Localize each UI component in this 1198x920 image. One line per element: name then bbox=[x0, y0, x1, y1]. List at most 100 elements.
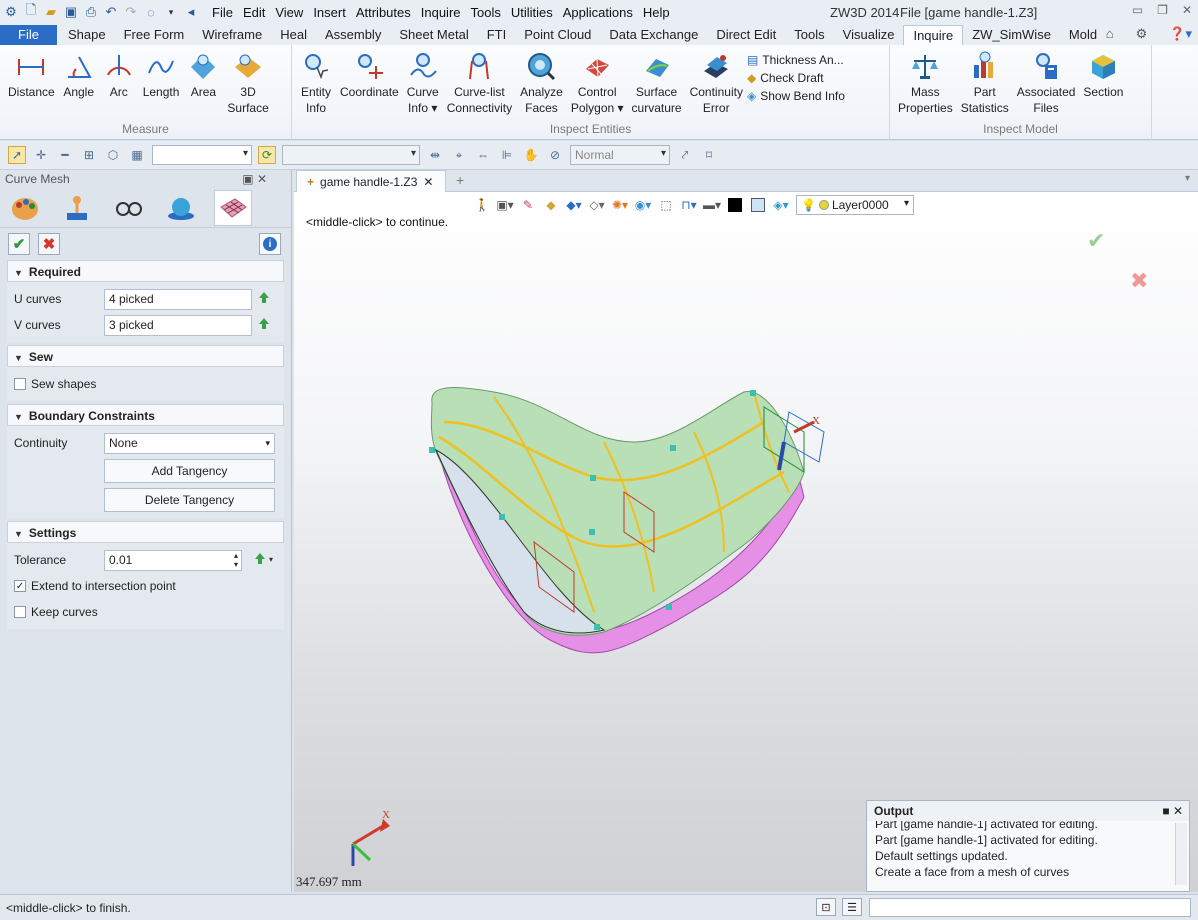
command-input[interactable] bbox=[869, 898, 1191, 917]
align-icon[interactable]: ⇹ bbox=[426, 146, 444, 164]
box-pick-icon[interactable]: ⊞ bbox=[80, 146, 98, 164]
redo-icon[interactable]: ↷ bbox=[123, 4, 139, 20]
menu-file[interactable]: File bbox=[207, 5, 238, 20]
show-bend-info-button[interactable]: ◈ Show Bend Info bbox=[747, 89, 845, 103]
keep-curves-checkbox[interactable] bbox=[14, 606, 26, 618]
continuity-select[interactable]: None ▾ bbox=[104, 432, 275, 454]
section-header-required[interactable]: Required bbox=[7, 260, 284, 282]
game-handle-model[interactable]: X bbox=[294, 192, 1198, 892]
u-curves-field[interactable]: 4 picked bbox=[104, 288, 252, 310]
menu-collapse-icon[interactable]: ◂ bbox=[183, 4, 199, 20]
sphere-icon[interactable] bbox=[162, 190, 200, 226]
cancel-button[interactable]: ✖ bbox=[38, 233, 60, 255]
new-file-icon[interactable]: 🗋 bbox=[23, 2, 39, 20]
menu-inquire[interactable]: Inquire bbox=[416, 5, 466, 20]
tolerance-pick-icon[interactable]: ▾ bbox=[253, 552, 277, 569]
curve-mesh-icon[interactable] bbox=[214, 189, 252, 226]
menu-view[interactable]: View bbox=[270, 5, 308, 20]
tab-wireframe[interactable]: Wireframe bbox=[193, 25, 271, 45]
tab-shape[interactable]: Shape bbox=[59, 25, 115, 45]
tolerance-field[interactable]: 0.01 ▴ ▾ bbox=[104, 549, 242, 571]
new-tab-icon[interactable]: + bbox=[456, 172, 464, 188]
document-tab[interactable]: + game handle-1.Z3 ✕ bbox=[296, 170, 446, 192]
app-logo-icon[interactable]: ⚙ bbox=[3, 4, 19, 20]
help-icon[interactable]: ❓▾ bbox=[1169, 26, 1192, 42]
add-tangency-button[interactable]: Add Tangency bbox=[104, 459, 275, 483]
no-entry-icon[interactable]: ⊘ bbox=[546, 146, 564, 164]
info-button[interactable]: i bbox=[259, 233, 281, 255]
thickness-analysis-button[interactable]: ▤ Thickness An... bbox=[747, 53, 845, 67]
extend-row[interactable]: ✓ Extend to intersection point bbox=[7, 573, 284, 599]
qat-dropdown-icon[interactable]: ▾ bbox=[163, 4, 179, 20]
menu-utilities[interactable]: Utilities bbox=[506, 5, 558, 20]
collapse-ribbon-icon[interactable]: ⌂ bbox=[1106, 26, 1114, 42]
palette-icon[interactable] bbox=[6, 190, 44, 226]
close-window-icon[interactable]: ✕ bbox=[1182, 3, 1192, 17]
tab-data-exchange[interactable]: Data Exchange bbox=[600, 25, 707, 45]
status-list-icon[interactable]: ☰ bbox=[842, 898, 862, 916]
refresh-icon[interactable]: ⟳ bbox=[258, 146, 276, 164]
line-pick-icon[interactable]: ━ bbox=[56, 146, 74, 164]
menu-attributes[interactable]: Attributes bbox=[351, 5, 416, 20]
keep-curves-row[interactable]: Keep curves bbox=[7, 599, 284, 625]
open-file-icon[interactable]: ▰ bbox=[43, 4, 59, 20]
menu-insert[interactable]: Insert bbox=[308, 5, 351, 20]
extend-checkbox[interactable]: ✓ bbox=[14, 580, 26, 592]
glasses-icon[interactable] bbox=[110, 190, 148, 226]
output-controls-icon[interactable]: ■ ✕ bbox=[1162, 801, 1183, 821]
tab-list-icon[interactable]: ▾ bbox=[1185, 173, 1190, 184]
minimize-icon[interactable]: ▭ bbox=[1132, 3, 1143, 17]
snap-icon[interactable]: ✛ bbox=[32, 146, 50, 164]
tab-zw-simwise[interactable]: ZW_SimWise bbox=[963, 25, 1060, 45]
tab-sheet-metal[interactable]: Sheet Metal bbox=[390, 25, 477, 45]
menu-edit[interactable]: Edit bbox=[238, 5, 270, 20]
tab-free-form[interactable]: Free Form bbox=[115, 25, 194, 45]
style-combo[interactable]: Normal bbox=[570, 145, 670, 165]
save-icon[interactable]: ▣ bbox=[63, 4, 79, 20]
panel-pin-icon[interactable]: ▣ ✕ bbox=[242, 170, 267, 188]
sew-shapes-checkbox[interactable] bbox=[14, 378, 26, 390]
tab-assembly[interactable]: Assembly bbox=[316, 25, 390, 45]
menu-help[interactable]: Help bbox=[638, 5, 675, 20]
ok-button[interactable]: ✔ bbox=[8, 233, 30, 255]
undo-icon[interactable]: ↶ bbox=[103, 4, 119, 20]
tab-direct-edit[interactable]: Direct Edit bbox=[707, 25, 785, 45]
tab-fti[interactable]: FTI bbox=[478, 25, 516, 45]
tab-file[interactable]: File bbox=[0, 25, 57, 45]
pick-v-icon[interactable] bbox=[257, 317, 271, 334]
tab-mold[interactable]: Mold bbox=[1060, 25, 1106, 45]
filter-icon[interactable]: ▦ bbox=[128, 146, 146, 164]
menu-applications[interactable]: Applications bbox=[558, 5, 638, 20]
dimension-icon[interactable]: ⇔ bbox=[474, 146, 492, 164]
shape-pick-icon[interactable]: ⬡ bbox=[104, 146, 122, 164]
disabled-combo[interactable] bbox=[282, 145, 420, 165]
settings-gear-icon[interactable]: ⚙ bbox=[1136, 26, 1148, 42]
section-header-settings[interactable]: Settings bbox=[7, 521, 284, 543]
tab-visualize[interactable]: Visualize bbox=[834, 25, 904, 45]
spinner-icon[interactable]: ▴ ▾ bbox=[234, 551, 238, 569]
close-tab-icon[interactable]: ✕ bbox=[423, 175, 433, 189]
status-view-icon[interactable]: ⊡ bbox=[816, 898, 836, 916]
sew-shapes-row[interactable]: Sew shapes bbox=[7, 371, 284, 397]
menu-tools[interactable]: Tools bbox=[466, 5, 506, 20]
tab-inquire[interactable]: Inquire bbox=[903, 25, 964, 45]
tab-heal[interactable]: Heal bbox=[271, 25, 316, 45]
joystick-icon[interactable] bbox=[58, 190, 96, 226]
output-scrollbar[interactable] bbox=[1175, 823, 1187, 885]
regen-icon[interactable]: ◌ bbox=[143, 4, 159, 20]
restore-icon[interactable]: ❐ bbox=[1157, 3, 1168, 17]
sketch-icon[interactable]: ⌖ bbox=[450, 146, 468, 164]
v-curves-field[interactable]: 3 picked bbox=[104, 314, 252, 336]
constraint-icon[interactable]: ⊫ bbox=[498, 146, 516, 164]
cursor-icon[interactable]: ⤤ bbox=[676, 146, 694, 164]
section-header-sew[interactable]: Sew bbox=[7, 345, 284, 367]
hand-icon[interactable]: ✋ bbox=[522, 146, 540, 164]
pick-filter-icon[interactable]: ➚ bbox=[8, 146, 26, 164]
check-draft-button[interactable]: ◆ Check Draft bbox=[747, 71, 845, 85]
delete-tangency-button[interactable]: Delete Tangency bbox=[104, 488, 275, 512]
tab-tools[interactable]: Tools bbox=[785, 25, 833, 45]
filter-combo[interactable] bbox=[152, 145, 252, 165]
print-icon[interactable]: ⎙ bbox=[83, 4, 99, 20]
pick-u-icon[interactable] bbox=[257, 291, 271, 308]
pin-icon[interactable]: ⌑ bbox=[700, 146, 718, 164]
